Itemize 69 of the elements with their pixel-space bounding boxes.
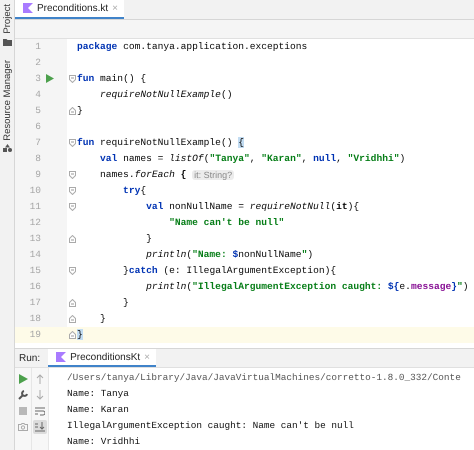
line-number: 12 [28,217,41,228]
shapes-icon [2,144,12,152]
editor-tab[interactable]: Preconditions.kt × [15,0,124,19]
run-icon[interactable] [18,374,28,384]
line-number: 2 [34,57,41,68]
line-number: 19 [28,329,41,340]
code-line: } [77,105,83,116]
line-number: 1 [34,41,41,52]
line-number: 3 [34,73,41,84]
camera-icon[interactable] [18,423,28,432]
code-line: "Name can't be null" [168,217,284,228]
up-arrow-icon[interactable] [36,374,44,384]
code-line: } [99,313,106,324]
tool-window-label[interactable]: Project [2,4,12,34]
scroll-to-end-icon[interactable] [35,422,45,432]
line-number: 14 [28,249,41,260]
fold-marker-icon[interactable] [68,106,76,115]
console-line: Name: Karan [67,403,130,418]
line-number: 18 [28,313,41,324]
code-line: try{ [122,185,146,196]
run-panel-title: Run: [19,352,40,364]
console-line: Name: Tanya [67,387,130,402]
fold-marker-icon[interactable] [68,234,76,243]
fold-marker-icon[interactable] [68,138,76,147]
fold-marker-icon[interactable] [68,266,76,275]
kotlin-file-icon [56,352,66,362]
line-number: 4 [34,89,41,100]
code-line: names.forEach { it: String? [99,169,234,180]
line-number: 9 [34,169,41,180]
run-icon[interactable] [46,74,54,84]
code-line: package com.tanya.application.exceptions [77,41,308,52]
code-line: } [122,297,129,308]
line-number: 13 [28,233,41,244]
console-line: Name: Vridhhi [67,435,142,450]
code-line: fun main() { [77,73,146,84]
fold-marker-icon[interactable] [68,186,76,195]
line-number: 11 [28,201,41,212]
line-number: 5 [34,105,41,116]
wrench-icon[interactable] [18,390,28,400]
fold-marker-icon[interactable] [68,74,76,83]
code-line: fun requireNotNullExample() { [77,137,244,148]
code-line: } [145,233,152,244]
fold-marker-icon[interactable] [68,330,76,339]
code-line: requireNotNullExample() [99,89,232,100]
stop-icon[interactable] [19,407,27,416]
console-line: /Users/tanya/Library/Java/JavaVirtualMachines/corretto-1.8.0_332/Conte [67,371,461,386]
line-number: 10 [28,185,41,196]
soft-wrap-icon[interactable] [35,406,45,416]
code-line: println("Name: $nonNullName") [145,249,314,260]
code-line: println("IllegalArgumentException caught: ${e.message}") [145,281,469,292]
fold-marker-icon[interactable] [68,170,76,179]
line-number: 15 [28,265,41,276]
run-tab[interactable]: PreconditionsKt × [48,349,156,368]
line-number: 7 [34,137,41,148]
console-line: IllegalArgumentException caught: Name can't be null [67,419,355,434]
code-line: val names = listOf("Tanya", "Karan", null, "Vridhhi") [99,153,406,164]
fold-marker-icon[interactable] [68,298,76,307]
code-line: val nonNullName = requireNotNull(it){ [145,201,360,212]
line-number: 16 [28,281,41,292]
down-arrow-icon[interactable] [36,390,44,400]
fold-marker-icon[interactable] [68,202,76,211]
tool-window-label[interactable]: Resource Manager [2,60,12,140]
line-number: 8 [34,153,41,164]
folder-icon [2,38,12,46]
line-number: 6 [34,121,41,132]
fold-marker-icon[interactable] [68,314,76,323]
code-line: }catch (e: IllegalArgumentException){ [122,265,336,276]
line-number: 17 [28,297,41,308]
kotlin-file-icon [23,3,33,14]
